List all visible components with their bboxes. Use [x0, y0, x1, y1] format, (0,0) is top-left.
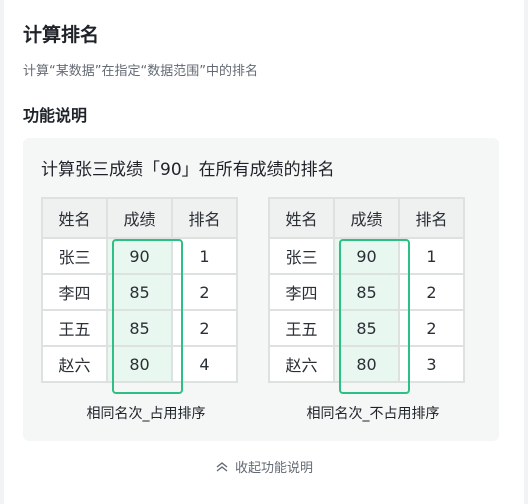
- chevron-up-double-icon: [216, 462, 228, 472]
- cell-score: 80: [333, 345, 400, 383]
- cell-name: 李四: [268, 273, 335, 311]
- cell-name: 赵六: [41, 345, 108, 383]
- cell-name: 王五: [268, 309, 335, 347]
- example-card: 计算张三成绩「90」在所有成绩的排名 姓名 成绩 排名 张三 90 1 李四 8…: [23, 138, 499, 441]
- cell-score: 85: [106, 309, 173, 347]
- cell-score: 90: [333, 237, 400, 275]
- table-row: 李四 85 2: [268, 273, 465, 311]
- table-row: 赵六 80 3: [268, 345, 465, 383]
- cell-name: 赵六: [268, 345, 335, 383]
- cell-name: 张三: [41, 237, 108, 275]
- cell-score: 85: [333, 273, 400, 311]
- table-caption-no-occupy: 相同名次_不占用排序: [306, 406, 440, 422]
- table-row: 张三 90 1: [268, 237, 465, 275]
- header-score: 成绩: [333, 197, 400, 239]
- header-name: 姓名: [268, 197, 335, 239]
- table-row: 王五 85 2: [268, 309, 465, 347]
- cell-rank: 2: [398, 273, 465, 311]
- cell-score: 90: [106, 237, 173, 275]
- panel-title: 计算排名: [23, 24, 100, 46]
- collapse-label: 收起功能说明: [234, 461, 313, 476]
- cell-rank: 2: [398, 309, 465, 347]
- table-row: 张三 90 1: [41, 237, 238, 275]
- panel-subtitle: 计算“某数据”在指定“数据范围”中的排名: [23, 64, 258, 79]
- cell-rank: 2: [171, 309, 238, 347]
- cell-name: 王五: [41, 309, 108, 347]
- section-heading: 功能说明: [23, 106, 88, 125]
- header-name: 姓名: [41, 197, 108, 239]
- cell-score: 85: [106, 273, 173, 311]
- cell-score: 80: [106, 345, 173, 383]
- header-score: 成绩: [106, 197, 173, 239]
- header-rank: 排名: [171, 197, 238, 239]
- cell-name: 张三: [268, 237, 335, 275]
- example-title: 计算张三成绩「90」在所有成绩的排名: [41, 160, 335, 180]
- cell-rank: 1: [398, 237, 465, 275]
- header-rank: 排名: [398, 197, 465, 239]
- table-row: 王五 85 2: [41, 309, 238, 347]
- cell-rank: 2: [171, 273, 238, 311]
- rank-table-no-occupy: 姓名 成绩 排名 张三 90 1 李四 85 2 王五 85 2 赵六 80 3: [268, 197, 465, 383]
- collapse-button[interactable]: 收起功能说明: [4, 457, 524, 476]
- cell-score: 85: [333, 309, 400, 347]
- table-header-row: 姓名 成绩 排名: [41, 197, 238, 239]
- cell-rank: 1: [171, 237, 238, 275]
- cell-rank: 3: [398, 345, 465, 383]
- table-header-row: 姓名 成绩 排名: [268, 197, 465, 239]
- cell-name: 李四: [41, 273, 108, 311]
- rank-table-occupy: 姓名 成绩 排名 张三 90 1 李四 85 2 王五 85 2 赵六 80 4: [41, 197, 238, 383]
- table-caption-occupy: 相同名次_占用排序: [86, 406, 206, 422]
- table-row: 李四 85 2: [41, 273, 238, 311]
- function-panel: 计算排名 计算“某数据”在指定“数据范围”中的排名 功能说明 计算张三成绩「90…: [4, 0, 524, 504]
- table-row: 赵六 80 4: [41, 345, 238, 383]
- cell-rank: 4: [171, 345, 238, 383]
